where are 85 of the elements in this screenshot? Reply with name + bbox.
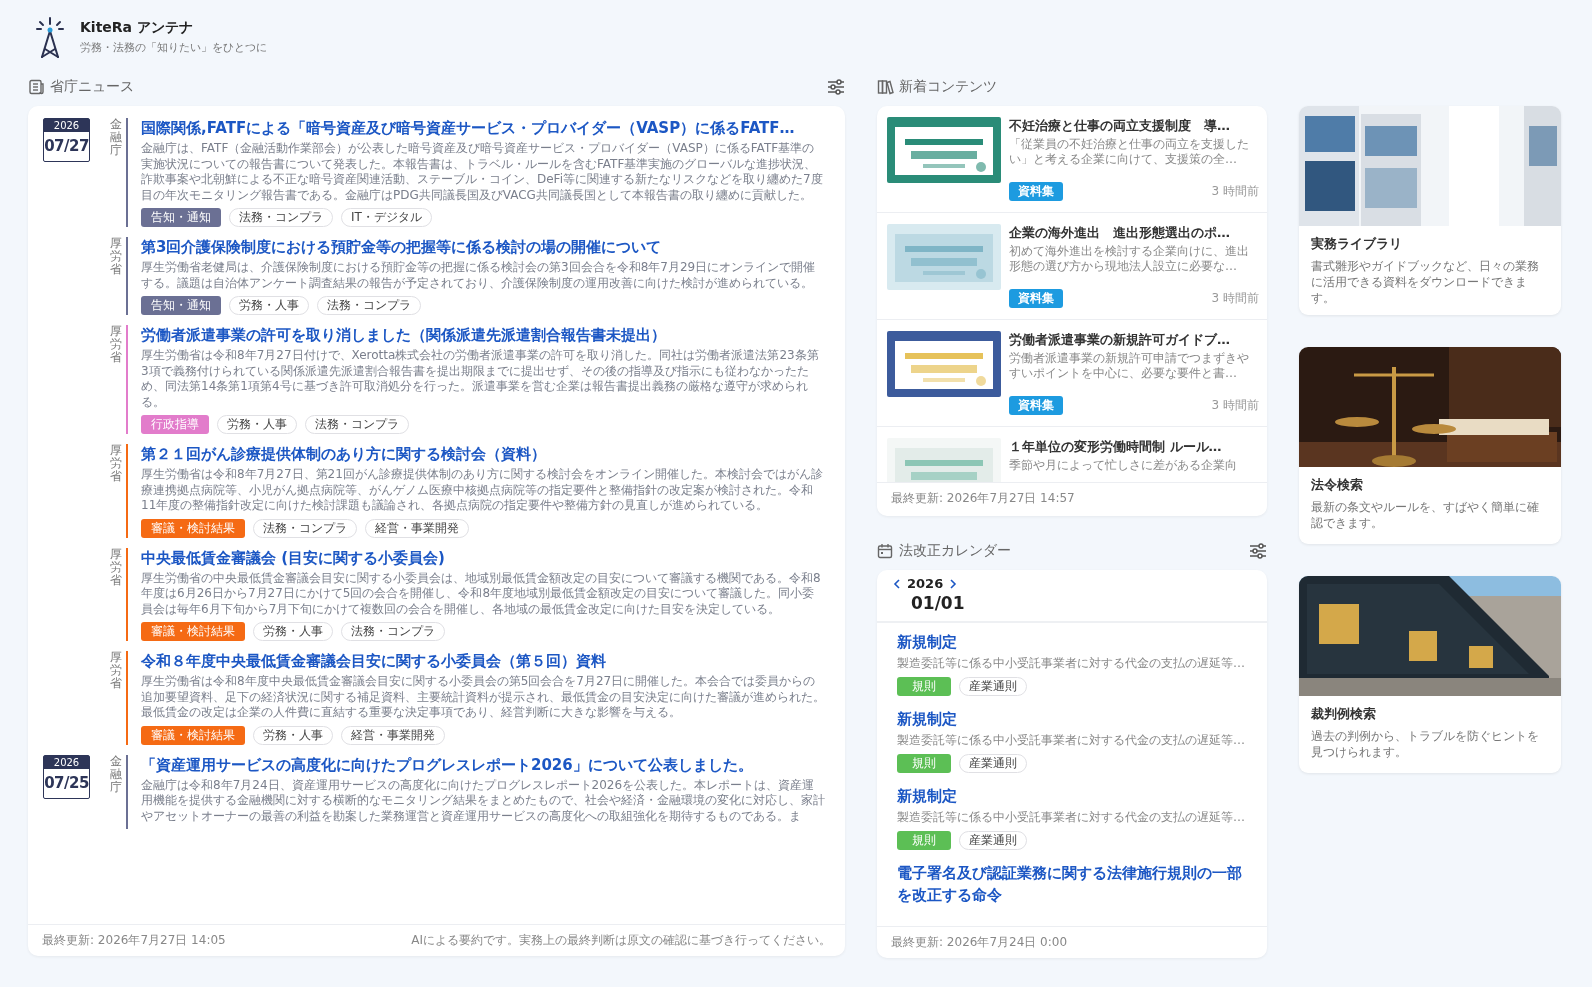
posted-time: 3 時間前	[1211, 290, 1259, 307]
category-tag: 審議・検討結果	[141, 518, 245, 538]
category-tag: 規則	[897, 677, 951, 696]
chevron-left-icon	[893, 578, 901, 589]
calendar-date: 01/01	[911, 593, 966, 613]
type-badge: 資料集	[1009, 396, 1063, 415]
news-title-link[interactable]: 国際関係,FATFによる「暗号資産及び暗号資産サービス・プロバイダー（VASP）に係るFATF…	[141, 118, 825, 138]
law-title-link[interactable]: 電子署名及び認証業務に関する法律施行規則の一部を改正する命令	[897, 862, 1255, 906]
content-description: 労働者派遣事業の新規許可申請でつまずきやすいポイントを中心に、必要な要件と書…	[1009, 351, 1250, 381]
news-summary: 金融庁は、FATF（金融活動作業部会）が公表した暗号資産及び暗号資産サービス・プロバイダー（VASP）に係るFATF基準の実施状況についての報告書について発表した。本報告書は、トラベル・ルールを含むFATF基準実施のグローバルな進捗状況、詐欺事案や北朝鮮による不正な暗号資産関連活動、ステーブル・コイン、DeFi等に関連する新たなリスクなどを取り纏めた7度目の年次モニタリング報告書である。金融庁はPDG共同議長国及びVACG共同議長国として本報告書の取り纏めに貢献した。	[141, 141, 824, 203]
news-summary: 厚生労働省の中央最低賃金審議会目安に関する小委員会は、地域別最低賃金額改定の目安について審議する機関である。令和8年度は6月26日から7月27日にかけて5回の会合を開催し、令和8年度地域別最低賃金額改定の目安について審議した。同小委員会は毎年6月下旬から7月下旬にかけて複数回の会合を開催し、各地域の最低賃金改定に向けた目安を決定している。	[141, 570, 822, 617]
app-tagline: 労務・法務の「知りたい」をひとつに	[80, 40, 267, 55]
filter-icon[interactable]	[1249, 542, 1267, 560]
next-year-button[interactable]	[949, 578, 958, 589]
news-summary: 厚生労働省は令和8年7月27日付けで、Xerotta株式会社の労働者派遣事業の許可を取り消した。同社は労働者派遣法第23条第3項で義務付けられている関係派遣先派遣割合報告書を提出期限までに提出せず、その後の指導及び指示にも従わなかったため、同法第14条第1項第4号に基づき許可取消処分を行った。派遣事業を営む企業は報告書提出義務の厳格な遵守が求められる。	[141, 348, 820, 410]
law-summary: 製造委託等に係る中小受託事業者に対する代金の支払の遅延等…	[897, 655, 1246, 672]
news-summary: 厚生労働省は令和8年度中央最低賃金審議会目安に関する小委員会の第5回会合を7月27日に開催した。本会合では委員からの追加要望資料、足下の経済状況に関する補足資料、主要統計資料が提示され、最低賃金の目安決定に向けた審議が進められた。最低賃金の改定は企業の人件費に直結する重要な決定事項であり、経営判断に大きな影響を与える。	[141, 674, 825, 721]
category-tag: 審議・検討結果	[141, 622, 245, 641]
section-title: 法改正カレンダー	[899, 542, 1011, 560]
ministry-label: 厚労省	[110, 547, 122, 589]
category-tag: 告知・通知	[141, 208, 221, 227]
ministry-label: 厚労省	[110, 325, 122, 367]
content-title-link[interactable]: １年単位の変形労働時間制 ルール…	[1009, 438, 1259, 456]
law-title-link[interactable]: 新規制定	[897, 785, 1255, 807]
newspaper-icon	[28, 79, 45, 95]
content-description: 初めて海外進出を検討する企業向けに、進出形態の選び方から現地法人設立に必要な…	[1009, 244, 1250, 274]
news-summary: 金融庁は令和8年7月24日、資産運用サービスの高度化に向けたプログレスレポート2026を公表した。本レポートは、資産運用機能を提供する金融機関に対する横断的なモニタリング結果をまとめたもので、社会や経済・金融環境の変化に対応し、家計やアセットオーナーの最善の利益を勘案した業務運営と資産運用サービスの高度化への取組強化を期待するものである。ま	[141, 777, 825, 824]
link-card[interactable]: 法令検索 最新の条文やルールを、すばやく簡単に確認できます。	[1299, 347, 1561, 544]
date-day: 07/25	[44, 768, 89, 798]
antenna-icon	[34, 15, 66, 59]
news-title-link[interactable]: 中央最低賃金審議会 (目安に関する小委員会)	[141, 547, 825, 568]
chevron-right-icon	[949, 578, 958, 589]
date-year: 2026	[44, 119, 89, 132]
ministry-label: 厚労省	[110, 444, 122, 486]
card-title: 法令検索	[1311, 476, 1364, 494]
news-summary: 厚生労働省は令和8年7月27日、第21回がん診療提供体制のあり方に関する検討会をオンライン開催した。本検討会ではがん診療連携拠点病院等、小児がん拠点病院等、がんゲノム医療中核拠点病院等の指定要件と整備指針の改定案が検討された。令和11年度の整備指針改定に向けた検討課題も議論され、各拠点病院の指定要件や整備方針の見直しが進められている。	[141, 467, 824, 514]
last-updated: 最終更新: 2026年7月24日 0:00	[891, 934, 1068, 951]
law-title-link[interactable]: 新規制定	[897, 708, 1255, 730]
section-title: 省庁ニュース	[50, 78, 134, 96]
link-card[interactable]: 裁判例検索 過去の判例から、トラブルを防ぐヒントを見つけられます。	[1299, 576, 1561, 773]
last-updated: 最終更新: 2026年7月27日 14:57	[891, 490, 1075, 507]
link-card[interactable]: 実務ライブラリ 書式雛形やガイドブックなど、日々の業務に活用できる資料をダウンロードできます。	[1299, 106, 1561, 315]
category-tag: 告知・通知	[141, 296, 221, 315]
calendar-icon	[877, 543, 894, 559]
content-description: 「従業員の不妊治療と仕事の両立を支援したい」と考える企業に向けて、支援策の全…	[1009, 137, 1250, 167]
posted-time: 3 時間前	[1211, 397, 1259, 414]
news-title-link[interactable]: 第２１回がん診療提供体制のあり方に関する検討会（資料）	[141, 444, 825, 464]
news-title-link[interactable]: 「資産運用サービスの高度化に向けたプログレスレポート2026」について公表しました。	[141, 754, 825, 775]
section-title: 新着コンテンツ	[899, 78, 997, 96]
type-badge: 資料集	[1009, 289, 1063, 308]
card-description: 書式雛形やガイドブックなど、日々の業務に活用できる資料をダウンロードできます。	[1311, 258, 1540, 306]
category-tag: 規則	[897, 831, 951, 850]
news-title-link[interactable]: 労働者派遣事業の許可を取り消しました（関係派遣先派遣割合報告書未提出）	[141, 325, 825, 345]
law-summary: 製造委託等に係る中小受託事業者に対する代金の支払の遅延等…	[897, 809, 1246, 826]
category-tag: 規則	[897, 754, 951, 773]
ministry-label: 厚労省	[110, 237, 122, 279]
card-description: 過去の判例から、トラブルを防ぐヒントを見つけられます。	[1311, 728, 1540, 760]
content-title-link[interactable]: 不妊治療と仕事の両立支援制度 導…	[1009, 117, 1259, 135]
type-badge: 資料集	[1009, 182, 1063, 201]
calendar-year: 2026	[907, 576, 944, 591]
category-tag: 審議・検討結果	[141, 725, 245, 745]
previous-year-button[interactable]	[893, 578, 901, 589]
ministry-label: 金融庁	[110, 118, 122, 160]
category-tag: 行政指導	[141, 415, 209, 434]
last-updated: 最終更新: 2026年7月27日 14:05	[42, 932, 226, 949]
content-title-link[interactable]: 労働者派遣事業の新規許可ガイドブ…	[1009, 331, 1259, 349]
news-title-link[interactable]: 令和８年度中央最低賃金審議会目安に関する小委員会（第５回）資料	[141, 651, 825, 671]
card-title: 裁判例検索	[1311, 705, 1377, 723]
books-icon	[877, 79, 894, 95]
content-title-link[interactable]: 企業の海外進出 進出形態選出のポ…	[1009, 224, 1259, 242]
content-description: 季節や月によって忙しさに差がある企業向	[1009, 458, 1238, 473]
ai-disclaimer: AIによる要約です。実務上の最終判断は原文の確認に基づき行ってください。	[411, 932, 831, 949]
news-title-link[interactable]: 第3回介護保険制度における預貯金等の把握等に係る検討の場の開催について	[141, 237, 825, 257]
card-title: 実務ライブラリ	[1311, 235, 1403, 253]
filter-icon[interactable]	[827, 78, 845, 96]
date-year: 2026	[44, 755, 89, 769]
law-summary: 製造委託等に係る中小受託事業者に対する代金の支払の遅延等…	[897, 732, 1246, 749]
card-description: 最新の条文やルールを、すばやく簡単に確認できます。	[1311, 499, 1540, 531]
news-summary: 厚生労働省老健局は、介護保険制度における預貯金等の把握に係る検討会の第3回会合を令和8年7月29日にオンラインで開催する。議題は自治体アンケート調査結果の報告が予定されており、介護保険制度の運用改善に向けた検討が進められている。	[141, 260, 817, 291]
posted-time: 3 時間前	[1211, 183, 1259, 200]
date-day: 07/27	[44, 132, 89, 161]
ministry-label: 厚労省	[110, 651, 122, 693]
app-name: KiteRa アンテナ	[80, 19, 194, 37]
law-title-link[interactable]: 新規制定	[897, 631, 1255, 653]
ministry-label: 金融庁	[110, 754, 122, 796]
